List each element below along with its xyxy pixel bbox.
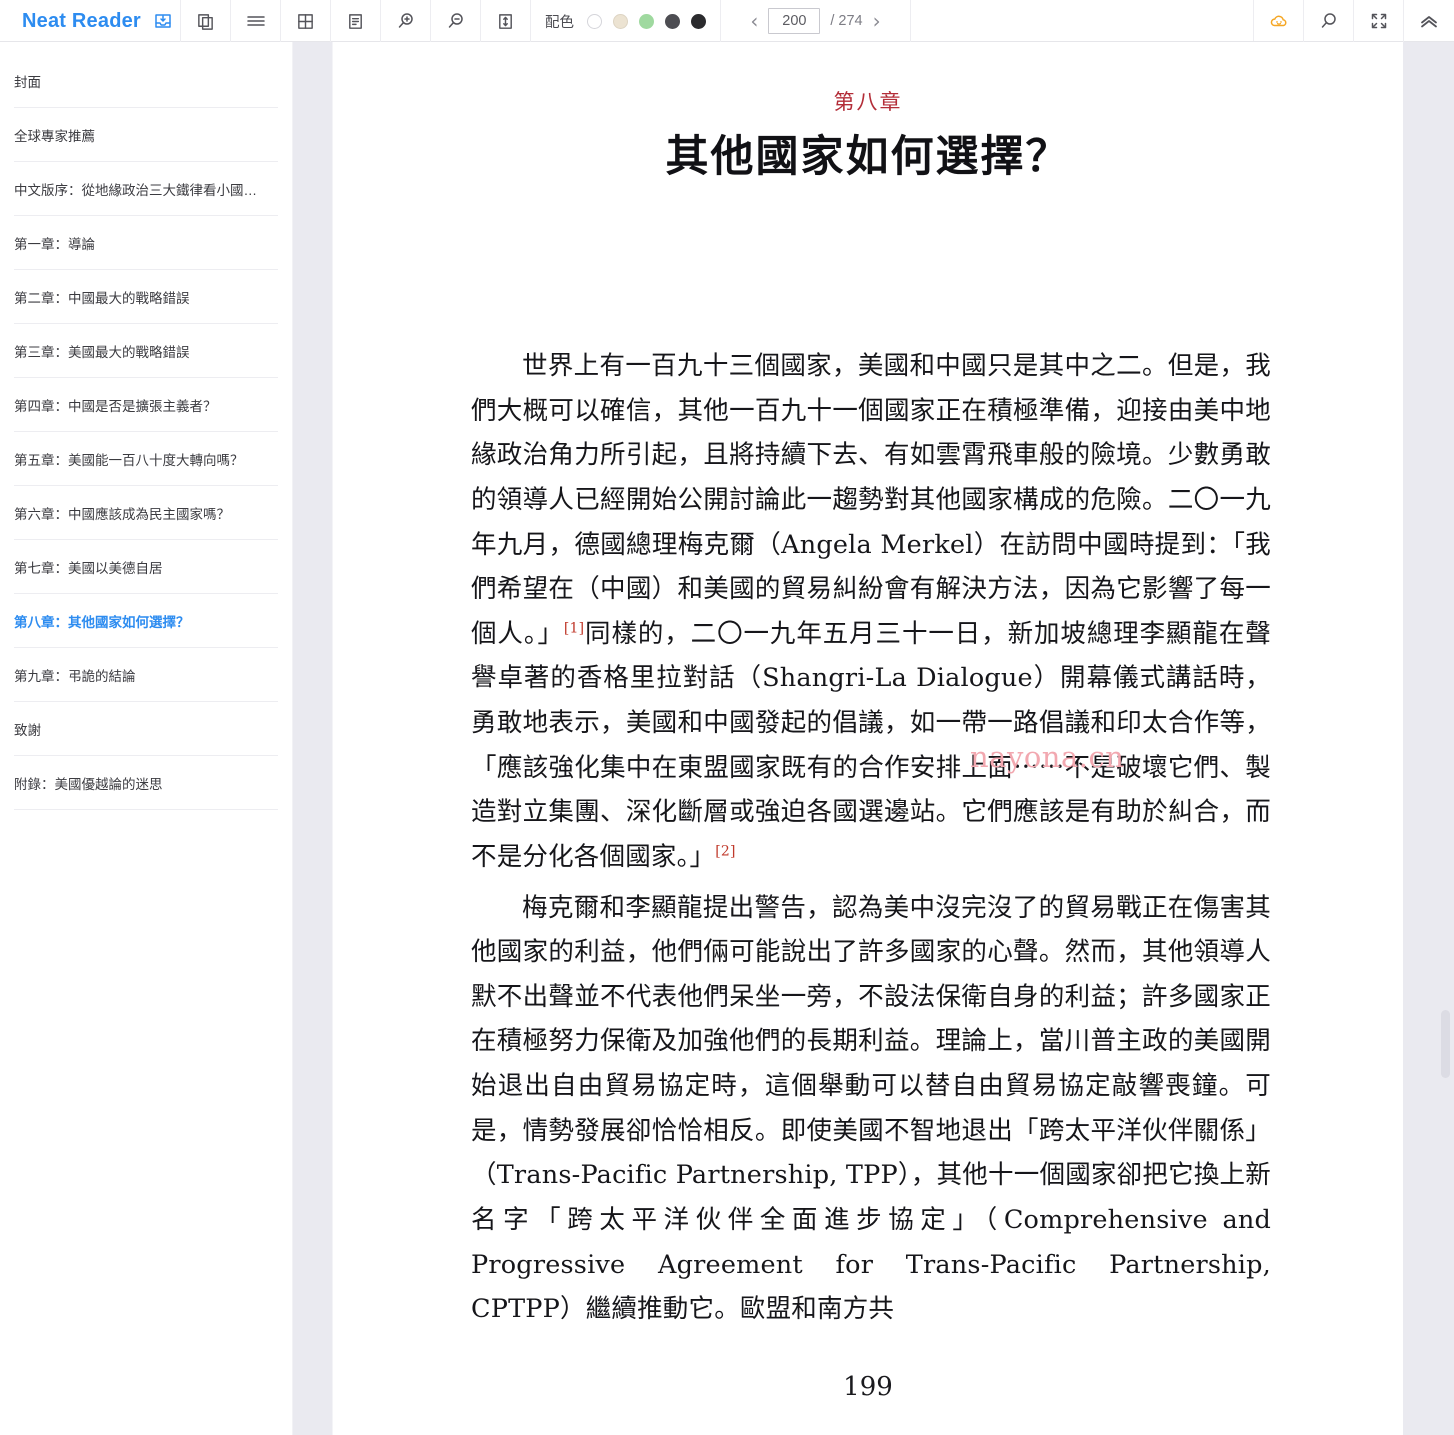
prev-page-button[interactable]: ‹ [750, 11, 758, 31]
swatch-green[interactable] [639, 13, 654, 29]
search-icon-button[interactable] [1304, 0, 1354, 42]
sidebar-item-9[interactable]: 第七章：美國以美德自居 [14, 540, 278, 594]
sidebar-item-2[interactable]: 中文版序：從地緣政治三大鐵律看小國… [14, 162, 278, 216]
pager-group: ‹ / 274 › [721, 0, 911, 42]
toolbar-spacer [911, 0, 1254, 41]
fullscreen-icon-button[interactable] [1354, 0, 1404, 42]
color-scheme-label: 配色 [545, 14, 574, 31]
swatch-sepia[interactable] [613, 13, 628, 29]
paragraph-1-part-b: 同樣的，二〇一九年五月三十一日，新加坡總理李顯龍在聲譽卓著的香格里拉對話（Sha… [471, 618, 1271, 872]
sidebar-item-13[interactable]: 附錄：美國優越論的迷思 [14, 756, 278, 810]
zoom-in-icon-button[interactable] [381, 0, 431, 42]
brand-cell: Neat Reader [0, 0, 181, 42]
zoom-out-icon-button[interactable] [431, 0, 481, 42]
paragraph-1: 世界上有一百九十三個國家，美國和中國只是其中之二。但是，我們大概可以確信，其他一… [471, 344, 1271, 880]
footnote-marker-1[interactable]: [1] [564, 620, 584, 636]
next-page-button[interactable]: › [873, 11, 881, 31]
sidebar-item-0[interactable]: 封面 [14, 54, 278, 108]
sidebar-item-5[interactable]: 第三章：美國最大的戰略錯誤 [14, 324, 278, 378]
note-icon [346, 12, 365, 31]
page-scrollbar-thumb[interactable] [1441, 1010, 1450, 1078]
sidebar-item-1[interactable]: 全球專家推薦 [14, 108, 278, 162]
fullscreen-icon [1369, 11, 1389, 31]
sidebar-item-3[interactable]: 第一章：導論 [14, 216, 278, 270]
cloud-sync-icon [1268, 11, 1290, 31]
grid-icon [296, 12, 315, 31]
search-icon [1319, 11, 1339, 31]
book-page: 第八章 其他國家如何選擇？ 世界上有一百九十三個國家，美國和中國只是其中之二。但… [333, 42, 1403, 1435]
footnote-marker-2[interactable]: [2] [715, 843, 735, 859]
cloud-sync-icon-button[interactable] [1254, 0, 1304, 42]
collapse-up-icon [1418, 11, 1440, 31]
zoom-in-icon [396, 11, 416, 31]
line-height-icon [496, 12, 515, 31]
toc-sidebar: 封面 全球專家推薦 中文版序：從地緣政治三大鐵律看小國… 第一章：導論 第二章：… [0, 42, 292, 1435]
grid-icon-button[interactable] [281, 0, 331, 42]
paragraph-1-part-a: 世界上有一百九十三個國家，美國和中國只是其中之二。但是，我們大概可以確信，其他一… [471, 351, 1271, 649]
paragraph-2: 梅克爾和李顯龍提出警告，認為美中沒完沒了的貿易戰正在傷害其他國家的利益，他們倆可… [471, 892, 1271, 1325]
two-page-icon-button[interactable] [181, 0, 231, 42]
page-scrollbar-track[interactable] [1441, 42, 1450, 1435]
menu-icon [245, 11, 267, 31]
chapter-title: 其他國家如何選擇？ [665, 132, 1071, 182]
chapter-label: 第八章 [833, 90, 903, 114]
sidebar-gutter [292, 42, 333, 1435]
swatch-dark-gray[interactable] [665, 13, 680, 29]
color-scheme-group: 配色 [531, 0, 721, 42]
menu-icon-button[interactable] [231, 0, 281, 42]
swatch-white[interactable] [587, 13, 602, 29]
chapter-body: 世界上有一百九十三個國家，美國和中國只是其中之二。但是，我們大概可以確信，其他一… [333, 184, 1403, 1332]
collapse-up-icon-button[interactable] [1404, 0, 1454, 42]
reader-area: 第八章 其他國家如何選擇？ 世界上有一百九十三個國家，美國和中國只是其中之二。但… [333, 42, 1454, 1435]
page-footer-number: 199 [843, 1372, 893, 1402]
top-toolbar: Neat Reader 配色 ‹ 200 / 274 › [0, 0, 1454, 42]
save-library-icon[interactable] [153, 11, 173, 31]
sidebar-item-4[interactable]: 第二章：中國最大的戰略錯誤 [14, 270, 278, 324]
two-page-icon [196, 12, 215, 31]
app-brand-title: Neat Reader [22, 9, 141, 32]
page-number-input[interactable] [768, 8, 821, 34]
sidebar-item-7[interactable]: 第五章：美國能一百八十度大轉向嗎？ [14, 432, 278, 486]
sidebar-item-12[interactable]: 致謝 [14, 702, 278, 756]
sidebar-item-11[interactable]: 第九章：弔詭的結論 [14, 648, 278, 702]
line-height-icon-button[interactable] [481, 0, 531, 42]
swatch-black[interactable] [691, 13, 706, 29]
sidebar-item-6[interactable]: 第四章：中國是否是擴張主義者？ [14, 378, 278, 432]
note-icon-button[interactable] [331, 0, 381, 42]
zoom-out-icon [446, 11, 466, 31]
sidebar-item-10[interactable]: 第八章：其他國家如何選擇？ [14, 594, 278, 648]
page-total-label: / 274 [830, 13, 863, 29]
sidebar-item-8[interactable]: 第六章：中國應該成為民主國家嗎？ [14, 486, 278, 540]
